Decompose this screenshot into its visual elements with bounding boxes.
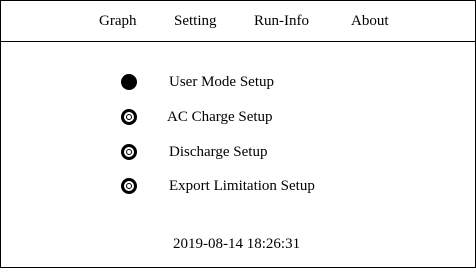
option-user-mode-setup[interactable]: User Mode Setup: [121, 71, 381, 93]
option-ac-charge-setup[interactable]: AC Charge Setup: [121, 106, 381, 128]
radio-unselected-icon[interactable]: [121, 109, 137, 125]
menu-item-about[interactable]: About: [351, 11, 389, 31]
option-label: Export Limitation Setup: [169, 178, 315, 194]
option-label: AC Charge Setup: [167, 109, 273, 125]
menu-item-graph[interactable]: Graph: [99, 11, 137, 31]
settings-screen: Graph Setting Run-Info About User Mode S…: [0, 0, 476, 268]
option-label: Discharge Setup: [169, 144, 268, 160]
radio-selected-icon[interactable]: [121, 74, 137, 90]
top-menu-bar: Graph Setting Run-Info About: [1, 1, 475, 42]
menu-item-run-info[interactable]: Run-Info: [254, 11, 309, 31]
option-label: User Mode Setup: [169, 74, 274, 90]
option-discharge-setup[interactable]: Discharge Setup: [121, 141, 381, 163]
radio-unselected-icon[interactable]: [121, 144, 137, 160]
option-export-limitation-setup[interactable]: Export Limitation Setup: [121, 175, 381, 197]
menu-item-setting[interactable]: Setting: [174, 11, 217, 31]
current-datetime: 2019-08-14 18:26:31: [173, 236, 301, 252]
radio-unselected-icon[interactable]: [121, 178, 137, 194]
